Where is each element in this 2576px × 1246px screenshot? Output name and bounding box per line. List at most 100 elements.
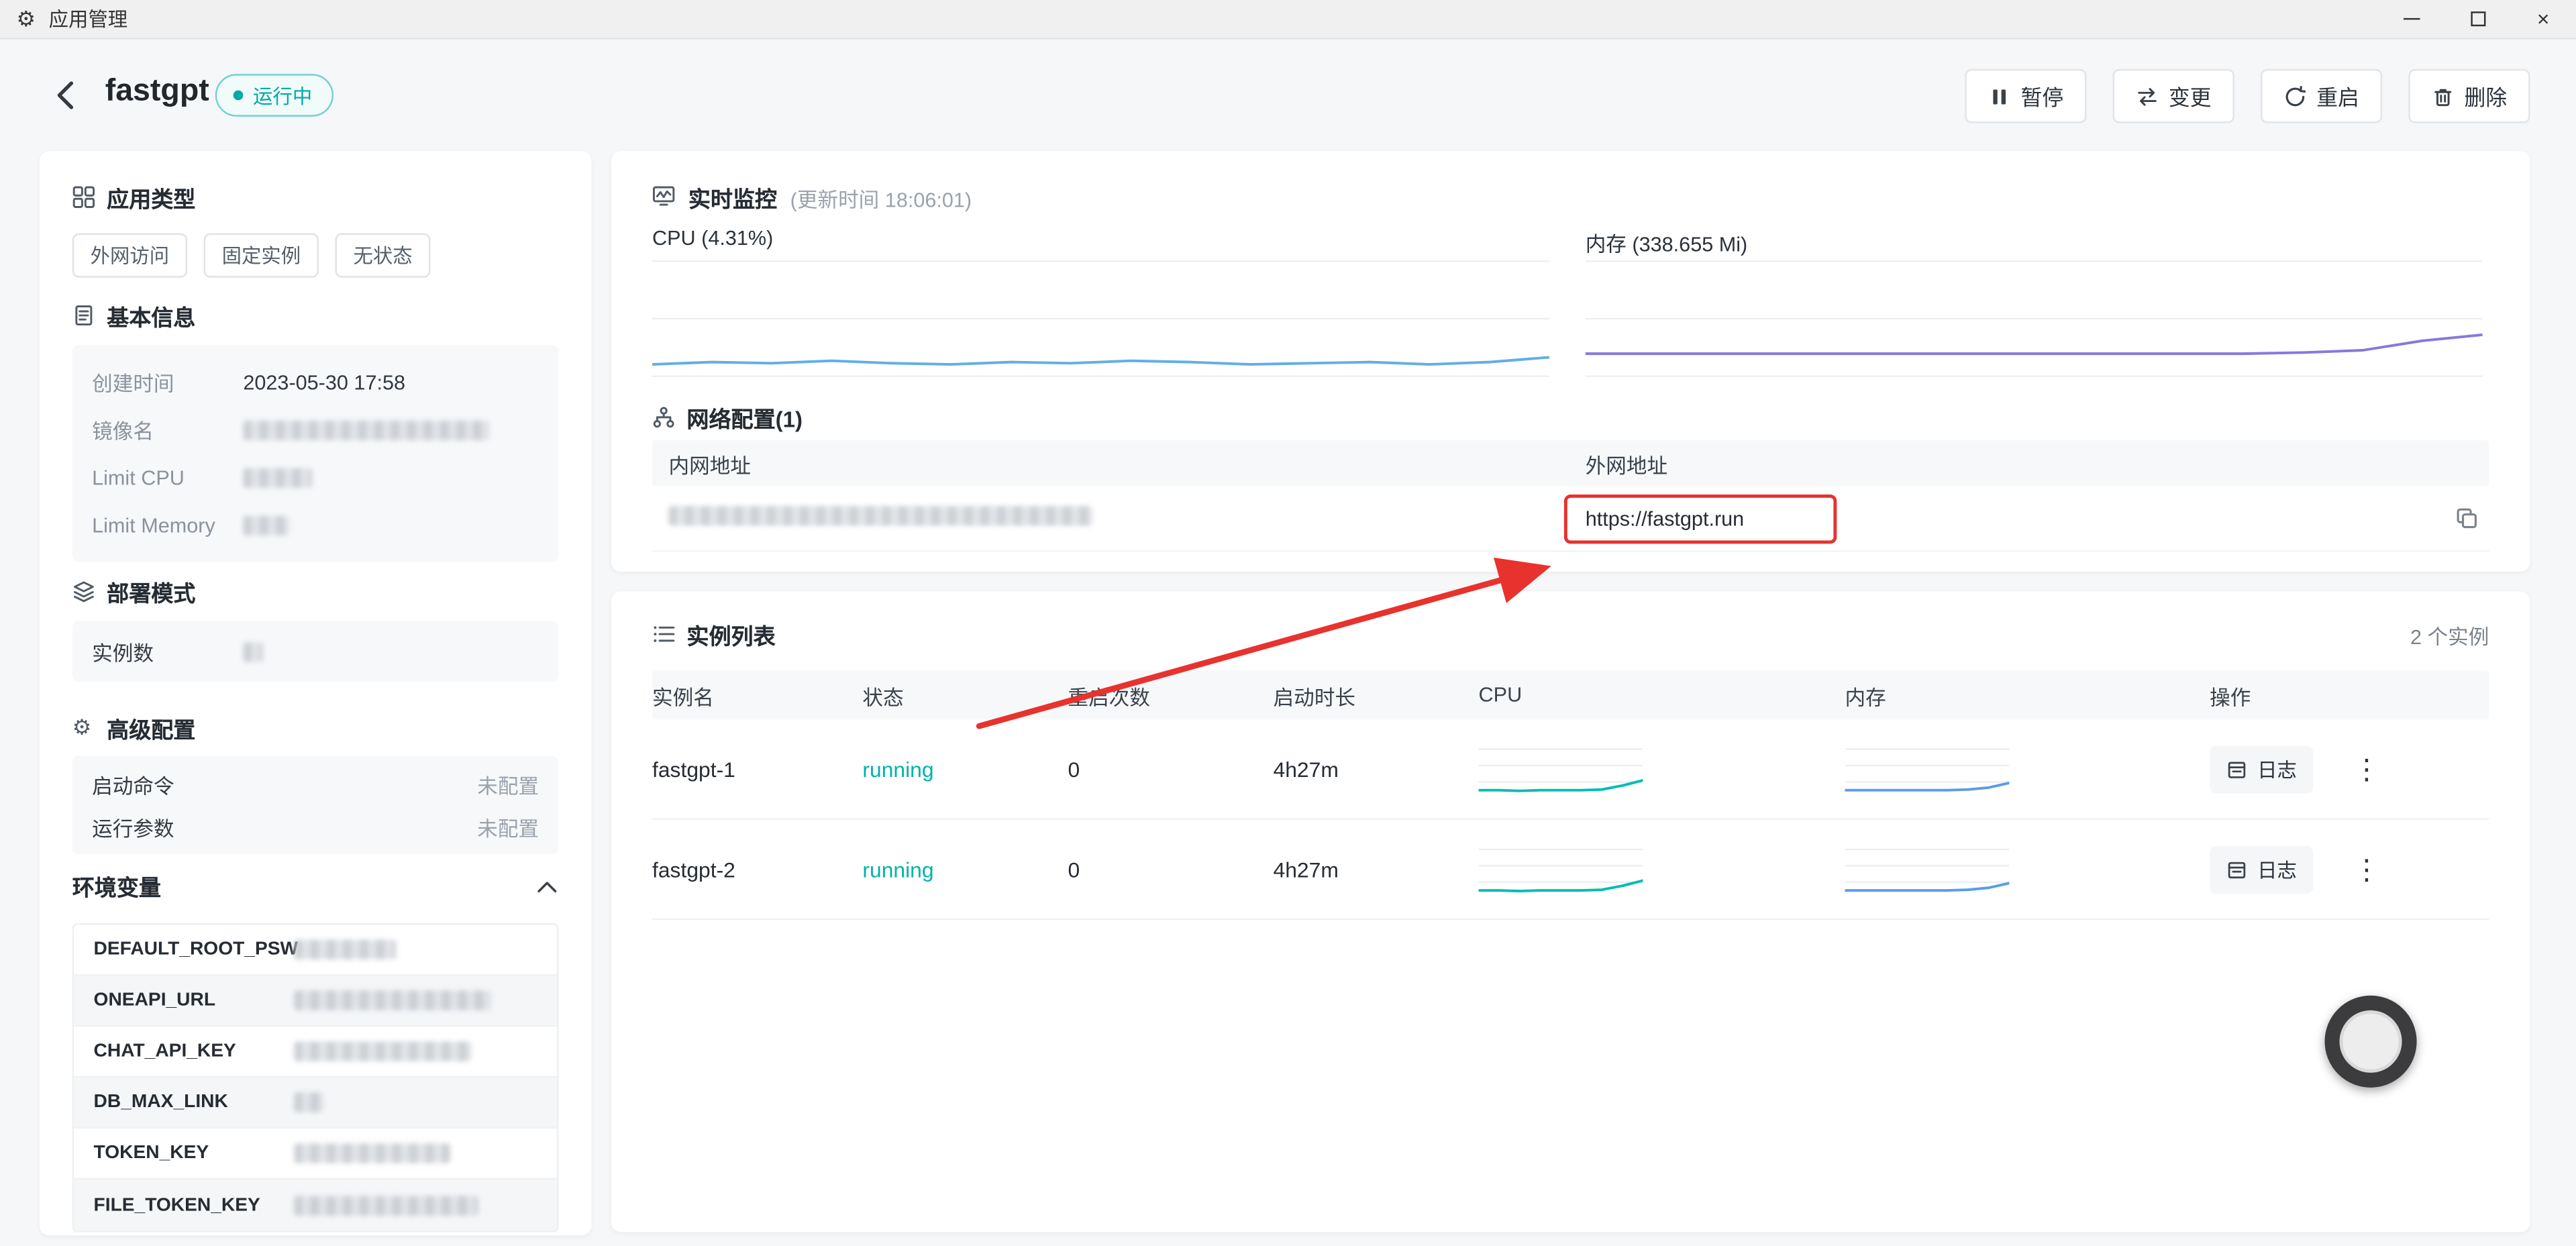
list-icon — [652, 623, 675, 645]
env-row: ONEAPI_URL — [74, 976, 557, 1027]
run-params-value: 未配置 — [477, 811, 539, 842]
status-badge-label: 运行中 — [253, 81, 312, 109]
delete-icon — [2432, 85, 2455, 107]
copy-icon[interactable] — [2455, 506, 2479, 531]
launch-command-label: 启动命令 — [92, 768, 174, 800]
env-value-redacted — [294, 990, 491, 1010]
created-value: 2023-05-30 17:58 — [243, 370, 405, 393]
env-vars-title: 环境变量 — [72, 869, 161, 902]
limit-cpu-label: Limit CPU — [92, 466, 243, 488]
tag-external-access: 外网访问 — [72, 233, 187, 278]
instance-count-text: 2 个实例 — [2410, 619, 2489, 650]
back-button[interactable] — [49, 77, 85, 113]
close-button[interactable]: × — [2510, 0, 2576, 38]
log-icon — [2226, 858, 2248, 880]
external-url-highlight-box: https://fastgpt.run — [1564, 495, 1837, 543]
column-cpu: CPU — [1479, 684, 1845, 707]
instance-count-redacted-value — [243, 641, 262, 661]
monitor-icon — [652, 184, 675, 207]
log-button[interactable]: 日志 — [2210, 845, 2313, 893]
change-button-label: 变更 — [2169, 81, 2212, 112]
tag-stateless: 无状态 — [336, 233, 431, 278]
column-operations: 操作 — [2210, 679, 2489, 711]
env-value-redacted — [294, 1092, 323, 1112]
env-value-redacted — [294, 939, 396, 959]
network-icon — [652, 406, 675, 429]
delete-button-label: 删除 — [2465, 81, 2508, 112]
change-button[interactable]: 变更 — [2113, 69, 2234, 123]
status-dot-icon — [234, 91, 244, 101]
tag-fixed-instance: 固定实例 — [204, 233, 319, 278]
instance-memory-sparkline — [1845, 836, 2210, 902]
env-vars-table: DEFAULT_ROOT_PSW ONEAPI_URL CHAT_API_KEY… — [72, 923, 559, 1232]
run-params-label: 运行参数 — [92, 811, 174, 842]
env-value — [294, 939, 557, 959]
instance-name: fastgpt-2 — [652, 857, 862, 882]
network-title: 网络配置(1) — [686, 401, 803, 433]
log-button[interactable]: 日志 — [2210, 745, 2313, 792]
env-vars-section-header: 环境变量 — [72, 869, 559, 902]
image-name-label: 镜像名 — [92, 414, 243, 446]
column-restarts: 重启次数 — [1068, 679, 1273, 711]
internal-address-redacted — [652, 503, 1092, 533]
app-type-title: 应用类型 — [107, 180, 195, 213]
pause-button[interactable]: 暂停 — [1965, 69, 2086, 123]
external-url-link[interactable]: https://fastgpt.run — [1586, 508, 1745, 531]
pause-button-label: 暂停 — [2020, 81, 2063, 112]
instance-memory-sparkline — [1845, 736, 2210, 802]
monitor-section-header: 实时监控 (更新时间 18:06:01) — [652, 180, 972, 213]
basic-info-box: 创建时间 2023-05-30 17:58 镜像名 Limit CPU Limi… — [72, 345, 559, 562]
launch-command-row: 启动命令 未配置 — [92, 762, 539, 805]
env-key: ONEAPI_URL — [74, 990, 294, 1010]
network-table-row: https://fastgpt.run — [652, 486, 2489, 552]
maximize-icon — [2470, 11, 2485, 26]
app-type-tags: 外网访问 固定实例 无状态 — [72, 233, 431, 278]
restart-icon — [2283, 85, 2306, 107]
memory-chart — [1586, 260, 2483, 386]
run-params-row: 运行参数 未配置 — [92, 805, 539, 848]
maximize-button[interactable] — [2444, 0, 2510, 38]
status-badge: 运行中 — [215, 74, 333, 117]
instance-uptime: 4h27m — [1274, 756, 1479, 781]
advanced-config-title: 高级配置 — [107, 711, 195, 744]
instances-card: 实例列表 2 个实例 实例名 状态 重启次数 启动时长 CPU 内存 操作 fa… — [611, 591, 2530, 1232]
instances-title: 实例列表 — [686, 618, 775, 651]
column-status: 状态 — [862, 679, 1068, 711]
change-icon — [2136, 85, 2159, 107]
more-options-icon[interactable]: ⋮ — [2353, 855, 2381, 883]
advanced-config-box: 启动命令 未配置 运行参数 未配置 — [72, 756, 559, 854]
column-memory: 内存 — [1845, 679, 2210, 711]
page-title: fastgpt — [105, 74, 209, 110]
document-icon — [72, 304, 95, 327]
env-row: DEFAULT_ROOT_PSW — [74, 925, 557, 976]
info-row-image: 镜像名 — [92, 406, 539, 454]
chevron-up-icon[interactable] — [535, 876, 558, 895]
instance-cpu-sparkline — [1479, 836, 1845, 902]
header-actions: 暂停 变更 重启 删除 — [1965, 69, 2530, 123]
minimize-button[interactable] — [2379, 0, 2444, 38]
delete-button[interactable]: 删除 — [2408, 69, 2530, 123]
instances-table-header: 实例名 状态 重启次数 启动时长 CPU 内存 操作 — [652, 670, 2489, 719]
env-value — [294, 1195, 557, 1214]
env-key: CHAT_API_KEY — [74, 1041, 294, 1061]
network-table: 内网地址 外网地址 https://fastgpt.run — [652, 440, 2489, 552]
deploy-mode-box: 实例数 — [72, 621, 559, 682]
window-titlebar: ⚙ 应用管理 × — [0, 0, 2576, 40]
created-label: 创建时间 — [92, 366, 243, 398]
launch-command-value: 未配置 — [477, 768, 539, 800]
close-icon: × — [2537, 8, 2550, 30]
cursor-ring — [2324, 996, 2416, 1088]
pause-icon — [1988, 85, 2011, 107]
restart-button[interactable]: 重启 — [2261, 69, 2382, 123]
basic-info-section-header: 基本信息 — [72, 299, 196, 332]
instance-row: fastgpt-2 running 0 4h27m — [652, 820, 2489, 920]
instance-status: running — [862, 756, 1068, 781]
image-name-redacted-value — [243, 420, 489, 439]
more-options-icon[interactable]: ⋮ — [2353, 755, 2381, 783]
instance-restarts: 0 — [1068, 857, 1273, 882]
network-table-header: 内网地址 外网地址 — [652, 440, 2489, 486]
instances-table: 实例名 状态 重启次数 启动时长 CPU 内存 操作 fastgpt-1 run… — [652, 670, 2489, 920]
column-name: 实例名 — [652, 679, 862, 711]
window-title: 应用管理 — [49, 5, 128, 33]
limit-memory-label: Limit Memory — [92, 513, 243, 536]
